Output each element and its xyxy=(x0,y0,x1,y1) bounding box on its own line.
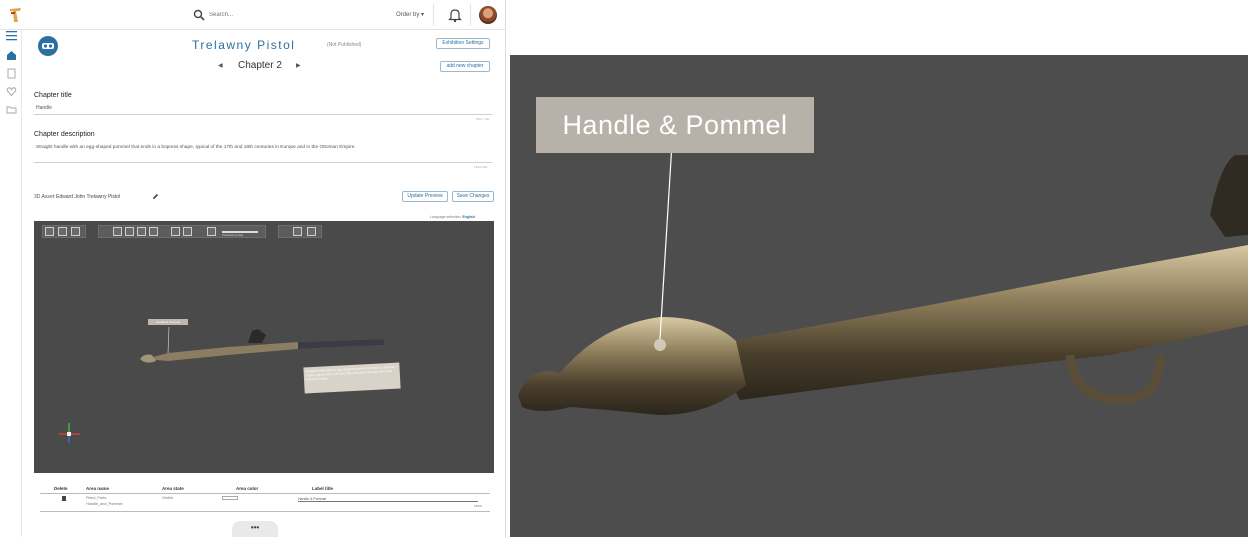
area-name-line1: Pistol_Parts xyxy=(86,496,107,500)
chapter-description-counter: 144/1,000 xyxy=(474,165,488,169)
eye-icon[interactable] xyxy=(137,227,146,236)
areas-table: Delete Area name Area state Area color L… xyxy=(38,484,494,512)
screenshot-root: Order by ▾ xyxy=(0,0,1248,537)
table-bottom-divider xyxy=(40,511,490,512)
top-bar: Order by ▾ xyxy=(0,0,505,30)
mini-annotation-note[interactable]: Straight handle with an egg-shaped pomme… xyxy=(303,362,401,394)
flag-icon[interactable] xyxy=(307,227,316,236)
chapter-title-counter: 6/50 / 140 xyxy=(476,117,490,121)
grid-icon[interactable] xyxy=(183,227,192,236)
exhibition-title: Trelawny Pistol xyxy=(192,38,296,52)
zoom-icon[interactable] xyxy=(113,227,122,236)
expand-icon[interactable] xyxy=(171,227,180,236)
editor-app: Order by ▾ xyxy=(0,0,506,537)
mini-annotation-label[interactable]: Handle & Pommel xyxy=(148,319,188,325)
viewer-toolbar-group-2: Transparency level xyxy=(98,225,266,238)
notification-bell-icon[interactable] xyxy=(448,7,462,23)
slider-caption: Transparency level xyxy=(222,234,244,237)
vr-headset-icon xyxy=(38,36,58,56)
asset-name: Edward John Trelawny Pistol xyxy=(56,194,121,200)
chapter-title-underline xyxy=(34,114,492,115)
rotate-icon[interactable] xyxy=(149,227,158,236)
document-icon[interactable] xyxy=(6,68,17,79)
language-selection[interactable]: Language selection: English xyxy=(430,215,475,219)
fullscreen-icon[interactable] xyxy=(58,227,67,236)
chapter-label: Chapter 2 xyxy=(238,60,282,71)
label-title-counter: 15/50 xyxy=(474,504,482,508)
menu-icon[interactable] xyxy=(6,30,17,41)
folder-icon[interactable] xyxy=(6,104,17,115)
heart-icon[interactable] xyxy=(6,86,17,97)
edit-pencil-icon[interactable] xyxy=(152,193,159,200)
axis-gizmo-icon[interactable] xyxy=(56,421,82,447)
viewer-toolbar-group-3 xyxy=(278,225,322,238)
area-state[interactable]: Visible xyxy=(162,496,173,500)
col-header-label-title: Label title xyxy=(312,486,334,491)
add-chapter-button[interactable]: add new chapter xyxy=(440,61,490,72)
col-header-delete: Delete xyxy=(54,486,68,491)
home-icon[interactable] xyxy=(6,50,17,61)
col-header-area-color: Area color xyxy=(236,486,259,491)
language-value[interactable]: English xyxy=(462,215,475,219)
order-by-dropdown[interactable]: Order by ▾ xyxy=(396,11,424,18)
area-name-line2: Handle_and_Pommel xyxy=(86,502,123,506)
language-label: Language selection: xyxy=(430,215,462,219)
annotation-label[interactable]: Handle & Pommel xyxy=(536,97,814,153)
app-logo-icon[interactable] xyxy=(9,7,23,23)
divider xyxy=(433,4,434,26)
reset-view-icon[interactable] xyxy=(45,227,54,236)
divider xyxy=(470,4,471,26)
chevron-left-icon[interactable]: ◀ xyxy=(218,62,223,69)
zoomed-model-view: Handle & Pommel xyxy=(510,55,1248,537)
measure-icon[interactable] xyxy=(71,227,80,236)
search-icon xyxy=(193,9,205,21)
exhibition-editor: Trelawny Pistol (Not Published) Exhibiti… xyxy=(22,30,505,537)
col-header-area-state: Area state xyxy=(162,486,184,491)
chevron-right-icon[interactable]: ▶ xyxy=(296,62,301,69)
search-input[interactable] xyxy=(209,8,359,22)
exhibition-settings-button[interactable]: Exhibition Settings xyxy=(436,38,490,49)
col-header-area-name: Area name xyxy=(86,486,110,491)
chapter-description-underline xyxy=(34,162,492,163)
table-header-divider xyxy=(40,493,490,494)
transparency-slider[interactable] xyxy=(222,231,258,233)
viewer-toolbar-group-1 xyxy=(42,225,86,238)
transparency-icon[interactable] xyxy=(207,227,216,236)
update-preview-button[interactable]: Update Preview xyxy=(402,191,448,202)
asset-label: 3D Asset: xyxy=(34,194,56,200)
chapter-description-label: Chapter description xyxy=(34,131,95,138)
chapter-title-label: Chapter title xyxy=(34,92,72,99)
3d-viewer[interactable]: Transparency level Handle & Pommel Strai… xyxy=(34,221,494,473)
save-changes-button[interactable]: Save Changes xyxy=(452,191,494,202)
publish-status: (Not Published) xyxy=(327,42,362,48)
trash-icon[interactable] xyxy=(62,496,66,501)
chapter-title-input[interactable]: Handle xyxy=(36,105,52,111)
more-options-button[interactable]: ••• xyxy=(232,521,278,537)
hide-annotations-icon[interactable] xyxy=(293,227,302,236)
label-title-input[interactable] xyxy=(298,496,478,502)
sidebar xyxy=(0,30,22,537)
user-avatar[interactable] xyxy=(479,6,497,24)
area-color-swatch[interactable] xyxy=(222,496,238,500)
chapter-description-input[interactable]: Straight handle with an egg-shaped pomme… xyxy=(36,145,492,150)
pan-icon[interactable] xyxy=(125,227,134,236)
